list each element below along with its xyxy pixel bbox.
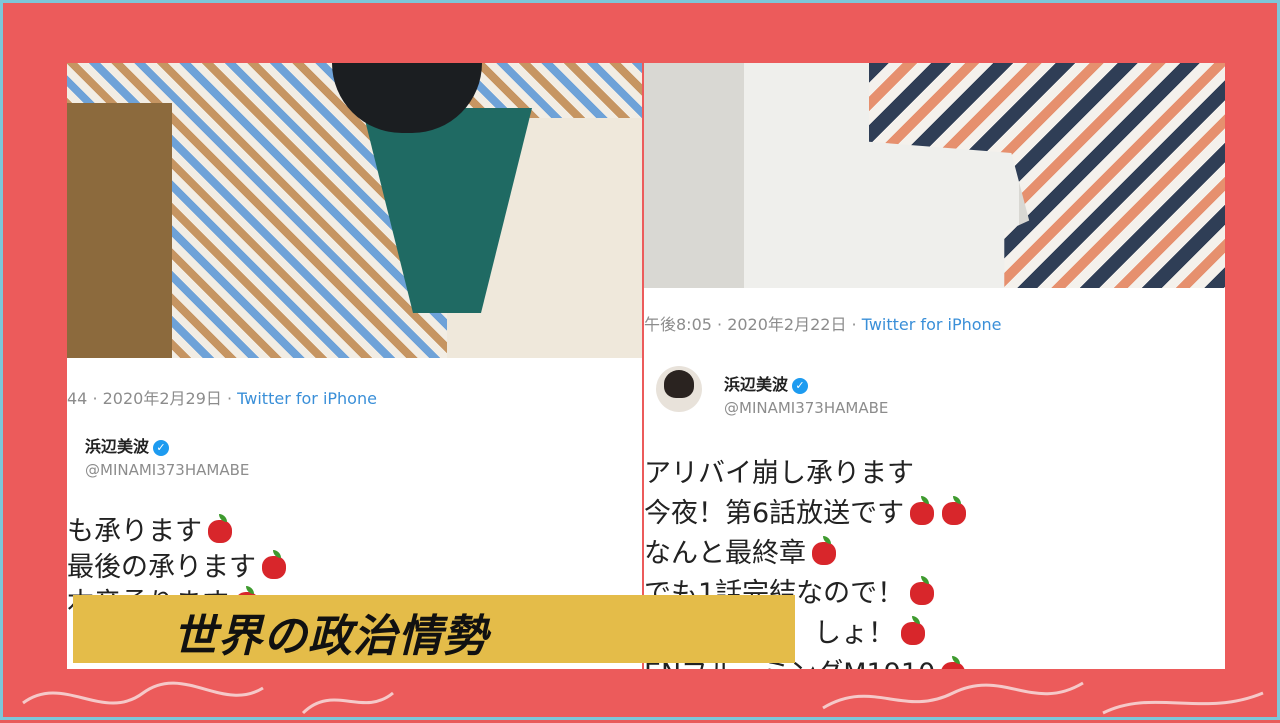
apple-emoji-icon (940, 496, 968, 526)
left-tweet-panel: 44 · 2020年2月29日 · Twitter for iPhone 浜辺美… (67, 63, 642, 669)
tweet-timestamp: 午後8:05 · 2020年2月22日 · (644, 315, 862, 334)
user-name: 浜辺美波 (724, 375, 789, 394)
tweet-text-line: 今夜！第6話放送です (644, 491, 968, 530)
right-tweet-photo (644, 63, 1225, 288)
tweet-text-line: アリバイ崩し承ります (644, 458, 914, 489)
tweet-text-line: も承ります (67, 509, 234, 548)
apple-emoji-icon (908, 576, 936, 606)
user-name: 浜辺美波 (85, 437, 150, 456)
apple-emoji-icon (260, 550, 288, 580)
right-tweet-user[interactable]: 浜辺美波 ✓ @MINAMI373HAMABE (724, 371, 888, 417)
left-tweet-meta: 44 · 2020年2月29日 · Twitter for iPhone (67, 385, 377, 409)
left-tweet-user[interactable]: 浜辺美波 ✓ @MINAMI373HAMABE (85, 433, 249, 479)
tweet-text-line: 最後の承ります (67, 545, 288, 584)
tweet-source-link[interactable]: Twitter for iPhone (237, 389, 377, 408)
apple-emoji-icon (939, 656, 967, 669)
left-tweet-photo (67, 63, 642, 358)
tweet-text-line: しょ！ (814, 611, 927, 650)
apple-emoji-icon (810, 536, 838, 566)
decorative-squiggle-lines (22, 681, 1264, 715)
apple-emoji-icon (908, 496, 936, 526)
tweet-source-link[interactable]: Twitter for iPhone (862, 315, 1002, 334)
video-frame: 44 · 2020年2月29日 · Twitter for iPhone 浜辺美… (0, 0, 1280, 720)
tweet-timestamp: 44 · 2020年2月29日 · (67, 389, 238, 408)
apple-emoji-icon (206, 514, 234, 544)
right-tweet-panel: 午後8:05 · 2020年2月22日 · Twitter for iPhone… (644, 63, 1225, 669)
caption-text: 世界の政治情勢 (173, 611, 488, 662)
avatar[interactable] (656, 366, 702, 412)
caption-banner: 世界の政治情勢 (73, 595, 795, 663)
tweet-text-line: なんと最終章 (644, 531, 838, 570)
apple-emoji-icon (899, 616, 927, 646)
user-handle: @MINAMI373HAMABE (85, 461, 250, 479)
right-tweet-meta: 午後8:05 · 2020年2月22日 · Twitter for iPhone (644, 311, 1002, 335)
verified-badge-icon: ✓ (792, 377, 809, 394)
verified-badge-icon: ✓ (153, 439, 170, 456)
user-handle: @MINAMI373HAMABE (724, 399, 889, 417)
